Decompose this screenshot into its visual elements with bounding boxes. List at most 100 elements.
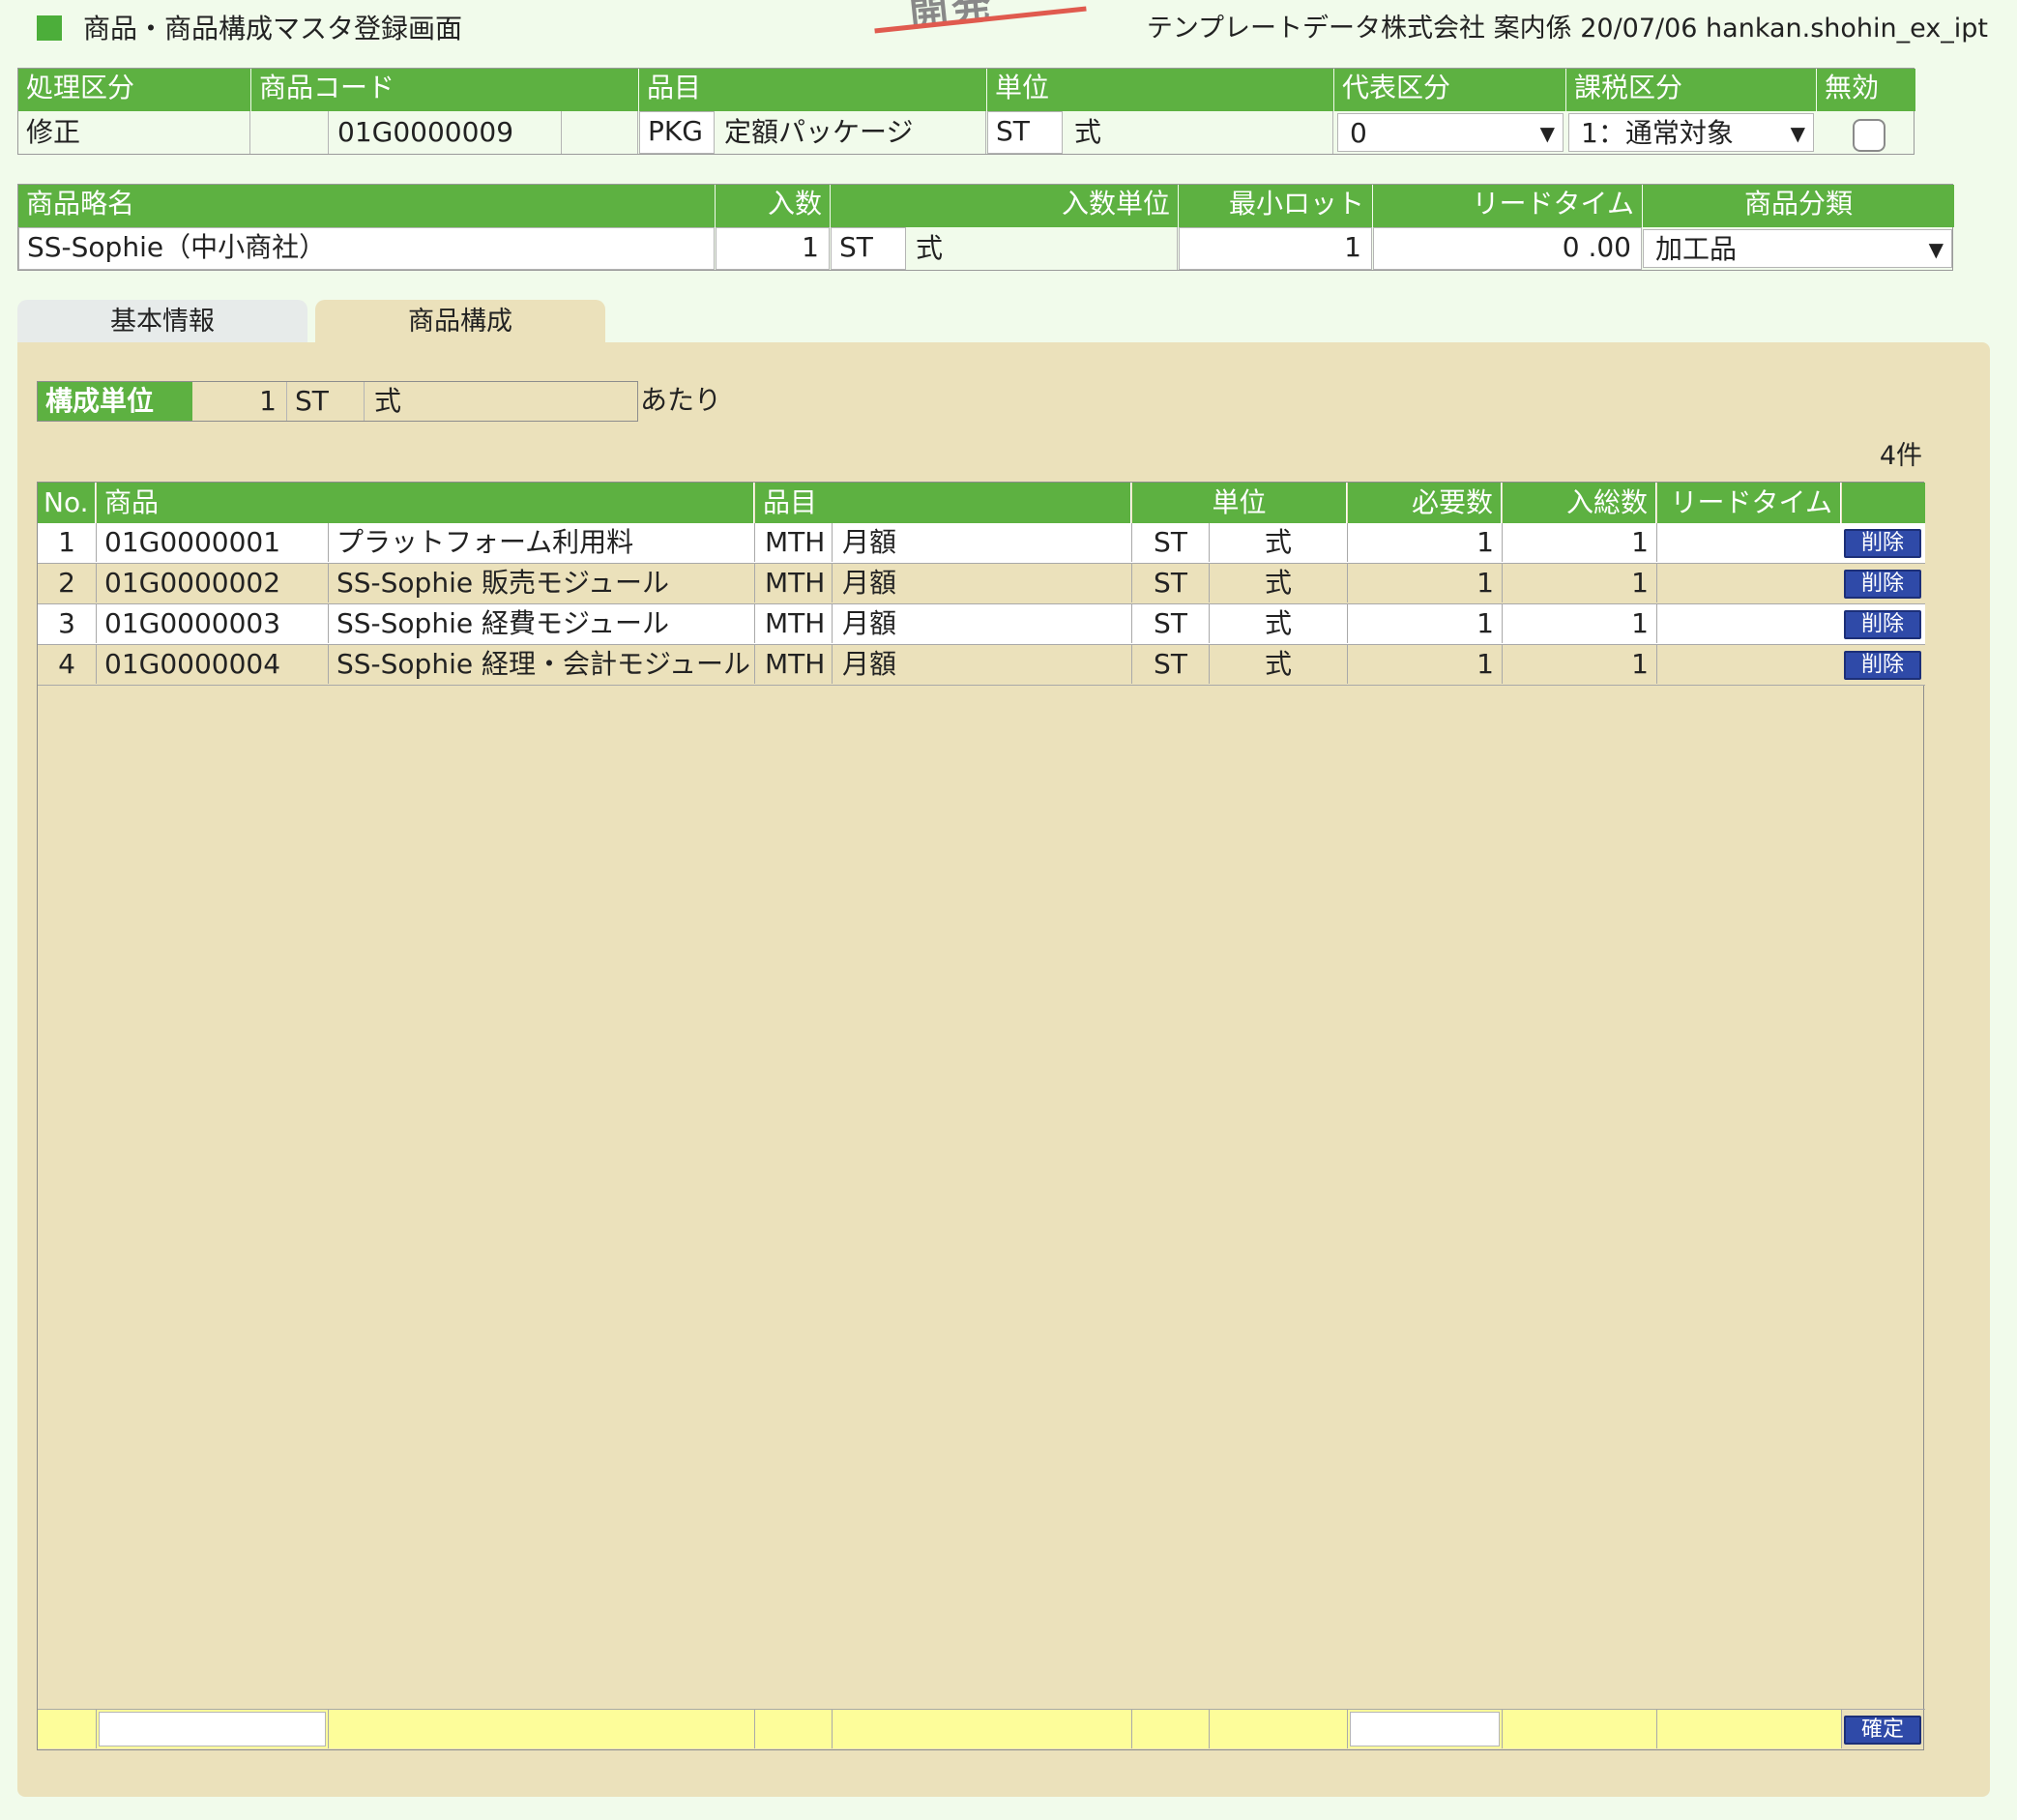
- dev-stamp: 開発: [870, 0, 1093, 35]
- row-no: 2: [38, 564, 97, 602]
- product-code-suffix: [563, 111, 638, 154]
- table-row: 2 01G0000002 SS-Sophie 販売モジュール MTH 月額 ST…: [38, 564, 1925, 604]
- process-value: 修正: [18, 111, 250, 154]
- row-total: 1: [1503, 645, 1657, 684]
- row-name: SS-Sophie 経理・会計モジュール: [329, 645, 755, 684]
- row-unit-name: 式: [1210, 604, 1348, 643]
- confirm-button[interactable]: 確定: [1844, 1716, 1921, 1745]
- row-no: 1: [38, 523, 97, 562]
- label-process: 処理区分: [18, 69, 250, 111]
- label-quantity: 入数: [716, 185, 830, 227]
- col-action: [1842, 483, 1925, 523]
- row-unit-code: ST: [1132, 604, 1210, 643]
- item-name-value: 定額パッケージ: [715, 111, 986, 154]
- row-unit-name: 式: [1210, 523, 1348, 562]
- row-code: 01G0000004: [97, 645, 329, 684]
- label-tax: 課税区分: [1566, 69, 1816, 111]
- record-count: 4件: [1879, 441, 1922, 471]
- label-short-name: 商品略名: [18, 185, 715, 227]
- tab-basic-info-label: 基本情報: [110, 307, 215, 337]
- label-product-code: 商品コード: [251, 69, 638, 111]
- row-unit-code: ST: [1132, 523, 1210, 562]
- col-required: 必要数: [1348, 483, 1502, 523]
- col-item: 品目: [755, 483, 1131, 523]
- col-unit: 単位: [1132, 483, 1347, 523]
- row-unit-name: 式: [1210, 564, 1348, 602]
- chevron-down-icon: ▼: [1539, 122, 1555, 145]
- category-select[interactable]: 加工品 ▼: [1643, 229, 1952, 268]
- label-unit: 単位: [987, 69, 1333, 111]
- new-lead-time-cell: [1657, 1710, 1842, 1748]
- quantity-field[interactable]: 1: [716, 227, 830, 270]
- row-item-name: 月額: [833, 604, 1132, 643]
- composition-unit-label: 構成単位: [38, 382, 192, 421]
- new-name-cell: [329, 1710, 755, 1748]
- delete-button[interactable]: 削除: [1844, 529, 1921, 558]
- row-total: 1: [1503, 604, 1657, 643]
- category-value: 加工品: [1655, 233, 1738, 265]
- short-name-field[interactable]: SS-Sophie（中小商社）: [18, 227, 715, 270]
- row-code: 01G0000003: [97, 604, 329, 643]
- new-entry-row: 確定: [38, 1709, 1925, 1749]
- label-invalid: 無効: [1817, 69, 1915, 111]
- quantity-unit-code-field[interactable]: ST: [831, 227, 906, 270]
- new-product-code-input[interactable]: [97, 1710, 329, 1748]
- composition-suffix: あたり: [640, 384, 722, 416]
- title-icon: [37, 15, 62, 41]
- representative-select[interactable]: 0 ▼: [1337, 113, 1564, 152]
- composition-qty: 1: [192, 382, 287, 421]
- row-unit-code: ST: [1132, 645, 1210, 684]
- unit-code-field[interactable]: ST: [987, 111, 1063, 154]
- tab-product-composition-label: 商品構成: [408, 307, 512, 337]
- row-code: 01G0000001: [97, 523, 329, 562]
- invalid-checkbox[interactable]: [1853, 119, 1885, 152]
- row-name: SS-Sophie 販売モジュール: [329, 564, 755, 602]
- tax-value: 1：通常対象: [1581, 117, 1734, 149]
- lead-time-field[interactable]: 0 .00: [1373, 227, 1642, 270]
- row-name: プラットフォーム利用料: [329, 523, 755, 562]
- col-no: No.: [38, 483, 96, 523]
- tab-basic-info[interactable]: 基本情報: [17, 300, 307, 344]
- row-required: 1: [1348, 604, 1503, 643]
- delete-button[interactable]: 削除: [1844, 651, 1921, 680]
- label-item: 品目: [639, 69, 986, 111]
- row-total: 1: [1503, 523, 1657, 562]
- page-title: 商品・商品構成マスタ登録画面: [83, 13, 463, 44]
- row-item-name: 月額: [833, 645, 1132, 684]
- new-item-code-cell: [755, 1710, 833, 1748]
- col-total: 入総数: [1503, 483, 1656, 523]
- min-lot-field[interactable]: 1: [1179, 227, 1372, 270]
- top-form: 処理区分 商品コード 品目 単位 代表区分 課税区分 無効 修正 01G0000…: [17, 68, 1915, 155]
- tab-product-composition[interactable]: 商品構成: [315, 300, 605, 344]
- tax-select[interactable]: 1：通常対象 ▼: [1568, 113, 1814, 152]
- row-item-name: 月額: [833, 564, 1132, 602]
- row-unit-code: ST: [1132, 564, 1210, 602]
- col-product: 商品: [97, 483, 754, 523]
- row-name: SS-Sophie 経費モジュール: [329, 604, 755, 643]
- delete-button[interactable]: 削除: [1844, 610, 1921, 639]
- new-required-input[interactable]: [1348, 1710, 1503, 1748]
- delete-button[interactable]: 削除: [1844, 570, 1921, 599]
- new-no-cell: [38, 1710, 97, 1748]
- product-code-value: 01G0000009: [330, 111, 562, 154]
- label-category: 商品分類: [1643, 185, 1954, 227]
- label-quantity-unit: 入数単位: [831, 185, 1178, 227]
- label-min-lot: 最小ロット: [1179, 185, 1372, 227]
- composition-panel: 構成単位 1 ST 式 あたり 4件 No. 商品 品目 単位 必要数 入総数 …: [17, 342, 1990, 1797]
- row-item-code: MTH: [755, 523, 833, 562]
- chevron-down-icon: ▼: [1928, 238, 1944, 261]
- new-item-name-cell: [833, 1710, 1132, 1748]
- row-item-code: MTH: [755, 645, 833, 684]
- composition-unit-code: ST: [287, 382, 365, 421]
- col-lead-time: リードタイム: [1657, 483, 1841, 523]
- row-required: 1: [1348, 523, 1503, 562]
- row-no: 3: [38, 604, 97, 643]
- label-lead-time: リードタイム: [1373, 185, 1642, 227]
- item-code-field[interactable]: PKG: [639, 111, 715, 154]
- unit-name-value: 式: [1063, 111, 1333, 154]
- row-item-code: MTH: [755, 564, 833, 602]
- row-code: 01G0000002: [97, 564, 329, 602]
- new-total-cell: [1503, 1710, 1657, 1748]
- row-total: 1: [1503, 564, 1657, 602]
- label-representative: 代表区分: [1334, 69, 1565, 111]
